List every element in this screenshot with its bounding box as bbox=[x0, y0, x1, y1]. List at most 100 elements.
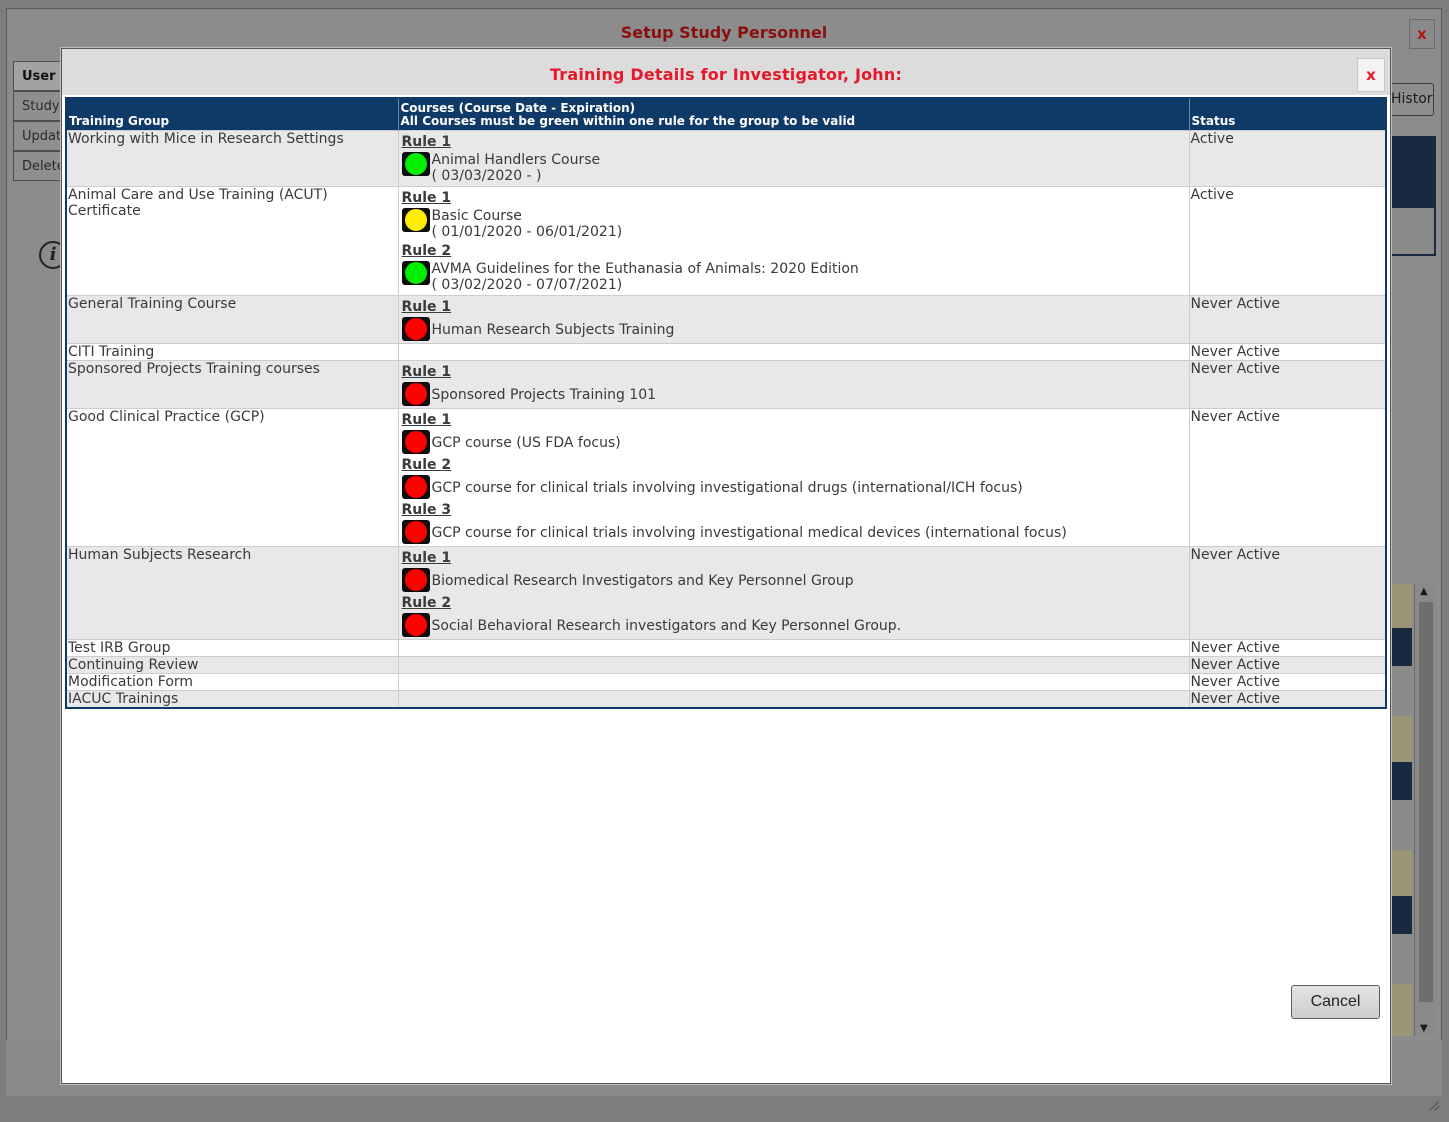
outer-list-row bbox=[1388, 762, 1412, 800]
course-status-indicator bbox=[401, 382, 430, 406]
course-item: Social Behavioral Research investigators… bbox=[401, 613, 1187, 637]
course-name: Sponsored Projects Training 101 bbox=[431, 387, 657, 403]
course-item: GCP course for clinical trials involving… bbox=[401, 475, 1187, 499]
training-group-cell: General Training Course bbox=[67, 295, 399, 344]
outer-list-row bbox=[1388, 628, 1412, 666]
course-dates: ( 01/01/2020 - 06/01/2021) bbox=[431, 224, 623, 240]
courses-cell: Rule 1 Human Research Subjects Training bbox=[398, 295, 1190, 344]
course-text: Biomedical Research Investigators and Ke… bbox=[430, 568, 854, 589]
course-name: Social Behavioral Research investigators… bbox=[431, 618, 902, 634]
rule-label: Rule 1 bbox=[401, 134, 452, 150]
course-status-indicator bbox=[401, 568, 430, 592]
courses-cell: Rule 1 Basic Course( 01/01/2020 - 06/01/2… bbox=[398, 186, 1190, 296]
training-table: Training Group Courses (Course Date - Ex… bbox=[65, 97, 1387, 709]
status-dot-icon bbox=[403, 613, 428, 637]
table-header-row: Training Group Courses (Course Date - Ex… bbox=[67, 99, 1385, 131]
course-item: Human Research Subjects Training bbox=[401, 317, 1187, 341]
status-dot-icon bbox=[403, 208, 428, 232]
course-text: Basic Course( 01/01/2020 - 06/01/2021) bbox=[430, 208, 623, 240]
status-cell: Active bbox=[1189, 130, 1385, 187]
outer-list-row bbox=[1388, 666, 1412, 716]
course-text: Human Research Subjects Training bbox=[430, 317, 675, 338]
table-row: Sponsored Projects Training courses Rule … bbox=[67, 360, 1385, 409]
status-cell: Never Active bbox=[1189, 673, 1385, 691]
course-name: Human Research Subjects Training bbox=[431, 322, 675, 338]
status-dot-icon bbox=[403, 520, 428, 544]
course-dates: ( 03/02/2020 - 07/07/2021) bbox=[431, 277, 623, 293]
modal-close-button[interactable]: x bbox=[1357, 58, 1385, 92]
course-status-indicator bbox=[401, 317, 430, 341]
courses-header-note: All Courses must be green within one rul… bbox=[400, 114, 856, 128]
course-name: GCP course for clinical trials involving… bbox=[431, 525, 1067, 541]
status-dot-icon bbox=[403, 317, 428, 341]
course-dates: ( 03/03/2020 - ) bbox=[431, 168, 542, 184]
table-row: Human Subjects Research Rule 1 Biomedical … bbox=[67, 546, 1385, 640]
column-header-training-group: Training Group bbox=[67, 99, 399, 131]
courses-cell: Rule 1 Sponsored Projects Training 101 bbox=[398, 360, 1190, 409]
outer-list-row bbox=[1388, 850, 1412, 896]
resize-grip-icon[interactable] bbox=[1429, 1100, 1439, 1110]
modal-header: Training Details for Investigator, John:… bbox=[62, 49, 1390, 95]
rule-label: Rule 1 bbox=[401, 299, 452, 315]
status-cell: Never Active bbox=[1189, 360, 1385, 409]
table-row: General Training Course Rule 1 Human Resea… bbox=[67, 295, 1385, 344]
course-item: Animal Handlers Course( 03/03/2020 - ) bbox=[401, 152, 1187, 184]
scroll-up-icon[interactable]: ▲ bbox=[1420, 586, 1428, 597]
outer-scrollbar[interactable]: ▲ ▼ bbox=[1414, 584, 1436, 1036]
course-item: Basic Course( 01/01/2020 - 06/01/2021) bbox=[401, 208, 1187, 240]
status-cell: Never Active bbox=[1189, 343, 1385, 361]
course-text: Social Behavioral Research investigators… bbox=[430, 613, 902, 634]
status-cell: Never Active bbox=[1189, 639, 1385, 657]
training-group-cell: Continuing Review bbox=[67, 656, 399, 674]
outer-list-row bbox=[1388, 716, 1412, 762]
courses-cell bbox=[398, 343, 1190, 361]
status-cell: Never Active bbox=[1189, 656, 1385, 674]
course-status-indicator bbox=[401, 520, 430, 544]
table-row: Modification Form Never Active bbox=[67, 673, 1385, 691]
modal-title: Training Details for Investigator, John: bbox=[549, 65, 903, 84]
table-row: Test IRB Group Never Active bbox=[67, 639, 1385, 657]
table-row: Animal Care and Use Training (ACUT) Cert… bbox=[67, 186, 1385, 296]
training-group-cell: Human Subjects Research bbox=[67, 546, 399, 640]
rule-label: Rule 2 bbox=[401, 595, 452, 611]
rule-label: Rule 2 bbox=[401, 457, 452, 473]
rule-label: Rule 3 bbox=[401, 502, 452, 518]
courses-cell bbox=[398, 690, 1190, 707]
table-row: Working with Mice in Research Settings Ru… bbox=[67, 130, 1385, 187]
course-status-indicator bbox=[401, 430, 430, 454]
outer-close-button[interactable]: x bbox=[1409, 19, 1435, 49]
course-status-indicator bbox=[401, 152, 430, 176]
cancel-button[interactable]: Cancel bbox=[1291, 985, 1380, 1019]
outer-list-row bbox=[1388, 800, 1412, 850]
rule-label: Rule 1 bbox=[401, 190, 452, 206]
training-details-modal: Training Details for Investigator, John:… bbox=[61, 48, 1391, 1084]
status-cell: Never Active bbox=[1189, 408, 1385, 547]
course-text: Animal Handlers Course( 03/03/2020 - ) bbox=[430, 152, 601, 184]
course-item: GCP course for clinical trials involving… bbox=[401, 520, 1187, 544]
outer-list-row bbox=[1388, 584, 1412, 628]
table-row: CITI Training Never Active bbox=[67, 343, 1385, 361]
training-group-cell: Test IRB Group bbox=[67, 639, 399, 657]
outer-list-row bbox=[1388, 984, 1412, 1036]
course-item: GCP course (US FDA focus) bbox=[401, 430, 1187, 454]
table-row: Continuing Review Never Active bbox=[67, 656, 1385, 674]
status-dot-icon bbox=[403, 152, 428, 176]
course-status-indicator bbox=[401, 475, 430, 499]
status-cell: Never Active bbox=[1189, 546, 1385, 640]
course-name: AVMA Guidelines for the Euthanasia of An… bbox=[431, 261, 859, 277]
outer-panel-header bbox=[1388, 136, 1436, 208]
course-status-indicator bbox=[401, 208, 430, 232]
course-item: AVMA Guidelines for the Euthanasia of An… bbox=[401, 261, 1187, 293]
training-group-cell: Good Clinical Practice (GCP) bbox=[67, 408, 399, 547]
training-group-cell: Sponsored Projects Training courses bbox=[67, 360, 399, 409]
scroll-down-icon[interactable]: ▼ bbox=[1420, 1023, 1428, 1034]
rule-label: Rule 1 bbox=[401, 550, 452, 566]
courses-cell bbox=[398, 656, 1190, 674]
scrollbar-thumb[interactable] bbox=[1419, 602, 1433, 1002]
status-dot-icon bbox=[403, 568, 428, 592]
outer-panel-body bbox=[1388, 208, 1436, 256]
status-cell: Never Active bbox=[1189, 690, 1385, 707]
rule-label: Rule 1 bbox=[401, 412, 452, 428]
course-name: GCP course (US FDA focus) bbox=[431, 435, 621, 451]
outer-dialog-title: Setup Study Personnel bbox=[620, 23, 828, 42]
